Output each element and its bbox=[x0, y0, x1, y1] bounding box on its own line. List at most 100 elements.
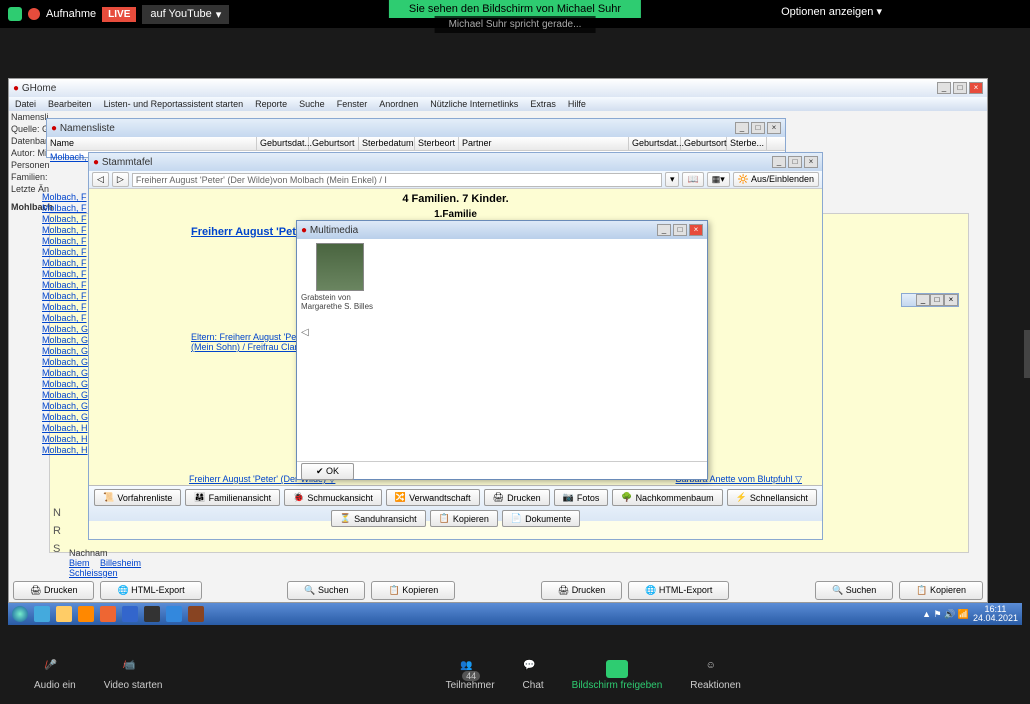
kopieren-button[interactable]: 📋 Kopieren bbox=[371, 581, 455, 600]
youtube-dropdown[interactable]: auf YouTube▾ bbox=[142, 5, 229, 24]
windows-taskbar[interactable]: ▲ ⚑ 🔊 📶 16:11 24.04.2021 bbox=[8, 603, 1022, 625]
list-item[interactable]: Molbach, F bbox=[42, 214, 92, 225]
nav-fwd-button[interactable]: ▷ bbox=[112, 172, 129, 187]
participants-button[interactable]: 👥44 Teilnehmer bbox=[432, 656, 509, 695]
app-icon-1[interactable] bbox=[144, 606, 160, 622]
drucken-button-st[interactable]: 🖨 Drucken bbox=[484, 489, 550, 506]
kopieren-button-st[interactable]: 📋 Kopieren bbox=[430, 510, 498, 527]
drucken-button-2[interactable]: 🖨 Drucken bbox=[541, 581, 622, 600]
nachkommen-button[interactable]: 🌳 Nachkommenbaum bbox=[612, 489, 722, 506]
sanduhr-button[interactable]: ⏳ Sanduhransicht bbox=[331, 510, 426, 527]
suchen-button-2[interactable]: 🔍 Suchen bbox=[815, 581, 893, 600]
schnell-button[interactable]: ⚡ Schnellansicht bbox=[727, 489, 817, 506]
list-item[interactable]: Molbach, F bbox=[42, 269, 92, 280]
list-item[interactable]: Molbach, F bbox=[42, 280, 92, 291]
list-item[interactable]: Molbach, F bbox=[42, 313, 92, 324]
app-icon-2[interactable] bbox=[166, 606, 182, 622]
list-item[interactable]: Molbach, F bbox=[42, 203, 92, 214]
resize-handle[interactable] bbox=[1024, 330, 1030, 378]
mini-min[interactable]: _ bbox=[916, 294, 930, 306]
link-billesheim[interactable]: Billesheim bbox=[100, 558, 141, 568]
mm-close[interactable]: × bbox=[689, 224, 703, 236]
kopieren-button-2[interactable]: 📋 Kopieren bbox=[899, 581, 983, 600]
tray-icons[interactable]: ▲ ⚑ 🔊 📶 bbox=[922, 609, 969, 620]
close-button[interactable]: × bbox=[969, 82, 983, 94]
list-item[interactable]: Molbach, G bbox=[42, 335, 92, 346]
media-icon[interactable] bbox=[78, 606, 94, 622]
minimize-button[interactable]: _ bbox=[937, 82, 951, 94]
explorer-icon[interactable] bbox=[56, 606, 72, 622]
list-item[interactable]: Molbach, G bbox=[42, 401, 92, 412]
save-icon[interactable] bbox=[122, 606, 138, 622]
list-item[interactable]: Molbach, F bbox=[42, 236, 92, 247]
app-icon-3[interactable] bbox=[188, 606, 204, 622]
list-item[interactable]: Molbach, G bbox=[42, 368, 92, 379]
st-min[interactable]: _ bbox=[772, 156, 786, 168]
system-tray[interactable]: ▲ ⚑ 🔊 📶 16:11 24.04.2021 bbox=[922, 605, 1018, 623]
link-schleissgen[interactable]: Schleissgen bbox=[69, 568, 118, 578]
share-screen-button[interactable]: Bildschirm freigeben bbox=[558, 656, 677, 695]
nl-min[interactable]: _ bbox=[735, 122, 749, 134]
mm-nav-icon[interactable]: ◁ bbox=[301, 327, 379, 338]
mm-thumbnail[interactable]: Grabstein von Margarethe S. Billes ◁ bbox=[301, 243, 379, 457]
drucken-button[interactable]: 🖨 Drucken bbox=[13, 581, 94, 600]
list-item[interactable]: Molbach, G bbox=[42, 412, 92, 423]
alpha-s[interactable]: S bbox=[53, 540, 61, 558]
menu-hilfe[interactable]: Hilfe bbox=[568, 99, 586, 109]
audio-button[interactable]: 🎤/ Audio ein bbox=[20, 656, 90, 695]
familien-button[interactable]: 👨‍👩‍👧 Familienansicht bbox=[185, 489, 280, 506]
link-biem[interactable]: Biem bbox=[69, 558, 90, 568]
reactions-button[interactable]: ☺ Reaktionen bbox=[676, 656, 755, 695]
book-button[interactable]: 📖 bbox=[682, 172, 703, 187]
list-item[interactable]: Molbach, G bbox=[42, 379, 92, 390]
list-item[interactable]: Molbach, G bbox=[42, 390, 92, 401]
list-item[interactable]: Molbach, F bbox=[42, 258, 92, 269]
suchen-button[interactable]: 🔍 Suchen bbox=[287, 581, 365, 600]
list-item[interactable]: Molbach, H bbox=[42, 445, 92, 456]
options-dropdown[interactable]: Optionen anzeigen ▾ bbox=[773, 2, 890, 21]
menu-datei[interactable]: Datei bbox=[15, 99, 36, 109]
list-item[interactable]: Molbach, F bbox=[42, 302, 92, 313]
list-item[interactable]: Molbach, G bbox=[42, 346, 92, 357]
grid-dropdown[interactable]: ▦▾ bbox=[707, 172, 730, 187]
start-button[interactable] bbox=[12, 606, 28, 622]
mm-min[interactable]: _ bbox=[657, 224, 671, 236]
menu-reporte[interactable]: Reporte bbox=[255, 99, 287, 109]
chat-button[interactable]: 💬 Chat bbox=[509, 656, 558, 695]
html-export-button-2[interactable]: 🌐 HTML-Export bbox=[628, 581, 729, 600]
list-item[interactable]: Molbach, H bbox=[42, 423, 92, 434]
alpha-r[interactable]: R bbox=[53, 522, 61, 540]
nav-back-button[interactable]: ◁ bbox=[92, 172, 109, 187]
nl-max[interactable]: □ bbox=[751, 122, 765, 134]
mini-max[interactable]: □ bbox=[930, 294, 944, 306]
list-item[interactable]: Molbach, G bbox=[42, 357, 92, 368]
list-item[interactable]: Molbach, F bbox=[42, 291, 92, 302]
ausein-button[interactable]: 🔆 Aus/Einblenden bbox=[733, 172, 819, 187]
video-button[interactable]: 📹/ Video starten bbox=[90, 656, 177, 695]
st-max[interactable]: □ bbox=[788, 156, 802, 168]
menu-links[interactable]: Nützliche Internetlinks bbox=[430, 99, 518, 109]
list-item[interactable]: Molbach, H bbox=[42, 434, 92, 445]
dokumente-button[interactable]: 📄 Dokumente bbox=[502, 510, 580, 527]
list-item[interactable]: Molbach, G bbox=[42, 324, 92, 335]
nav-dropdown[interactable]: ▾ bbox=[665, 172, 680, 187]
vorfahren-button[interactable]: 📜 Vorfahrenliste bbox=[94, 489, 181, 506]
maximize-button[interactable]: □ bbox=[953, 82, 967, 94]
verwandt-button[interactable]: 🔀 Verwandtschaft bbox=[386, 489, 480, 506]
list-item[interactable]: Molbach, F bbox=[42, 225, 92, 236]
menu-suche[interactable]: Suche bbox=[299, 99, 325, 109]
menu-extras[interactable]: Extras bbox=[530, 99, 556, 109]
menu-fenster[interactable]: Fenster bbox=[337, 99, 368, 109]
schmuck-button[interactable]: 🐞 Schmuckansicht bbox=[284, 489, 382, 506]
mm-ok-button[interactable]: ✔ OK bbox=[301, 463, 354, 480]
list-item[interactable]: Molbach, F bbox=[42, 247, 92, 258]
alpha-n[interactable]: N bbox=[53, 504, 61, 522]
menu-anordnen[interactable]: Anordnen bbox=[379, 99, 418, 109]
nav-person-field[interactable]: Freiherr August 'Peter' (Der Wilde)von M… bbox=[132, 173, 662, 187]
html-export-button[interactable]: 🌐 HTML-Export bbox=[100, 581, 201, 600]
ie-icon[interactable] bbox=[34, 606, 50, 622]
menu-listen[interactable]: Listen- und Reportassistent starten bbox=[104, 99, 244, 109]
nl-close[interactable]: × bbox=[767, 122, 781, 134]
menu-bearbeiten[interactable]: Bearbeiten bbox=[48, 99, 92, 109]
list-item[interactable]: Molbach, F bbox=[42, 192, 92, 203]
